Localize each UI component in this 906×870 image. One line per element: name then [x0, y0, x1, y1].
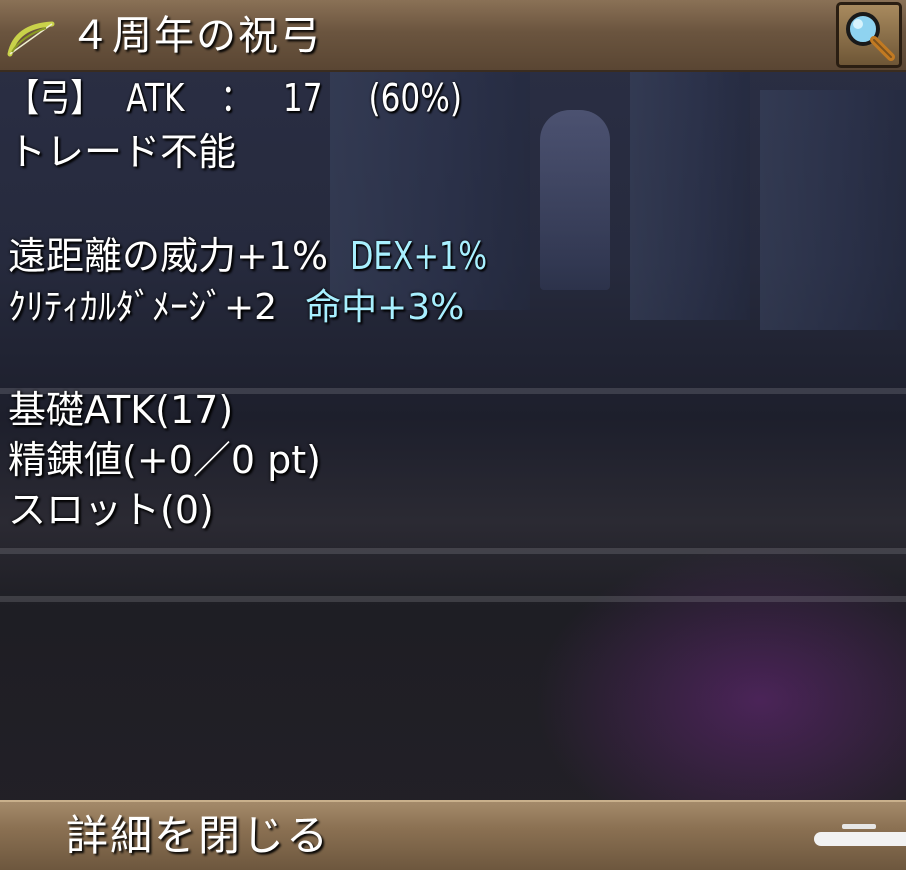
option-ranged-power: 遠距離の威力+1%: [8, 234, 329, 278]
collapse-handle-icon[interactable]: [814, 824, 906, 846]
item-name: ４周年の祝弓: [70, 13, 322, 59]
weapon-type: 【弓】: [8, 76, 102, 120]
option-dex: DEX+1%: [350, 234, 488, 278]
close-details-label: 詳細を閉じる: [66, 811, 331, 860]
separator: ：: [220, 76, 252, 120]
option-critical-damage: ｸﾘﾃｨｶﾙﾀﾞﾒｰｼﾞ+2: [8, 287, 278, 328]
atk-percent: (60%): [368, 76, 463, 120]
option-line-1: 遠距離の威力+1% DEX+1%: [8, 232, 522, 280]
slot-count: スロット(0): [8, 488, 214, 532]
magnifier-icon: [846, 12, 895, 61]
atk-value: 17: [282, 76, 323, 120]
close-details-bar[interactable]: 詳細を閉じる: [0, 800, 906, 870]
option-line-2: ｸﾘﾃｨｶﾙﾀﾞﾒｰｼﾞ+2 命中+3%: [8, 284, 464, 332]
base-atk: 基礎ATK(17): [8, 388, 234, 432]
option-hit: 命中+3%: [305, 287, 465, 328]
item-title-bar: ４周年の祝弓: [0, 0, 906, 72]
atk-label: ATK: [126, 76, 185, 120]
trade-restriction: トレード不能: [8, 130, 237, 174]
bow-icon: [7, 21, 55, 57]
weapon-stat-line: 【弓】 ATK ： 17 (60%): [8, 74, 462, 122]
magnifier-button[interactable]: [836, 2, 902, 68]
refine-value: 精錬値(+0／0 pt): [8, 438, 321, 482]
